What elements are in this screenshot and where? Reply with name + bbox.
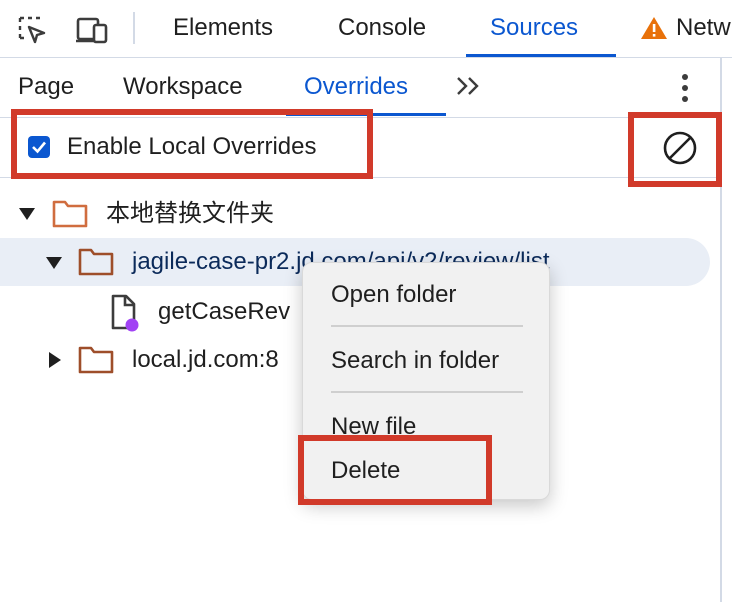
- folder-icon: [78, 346, 114, 379]
- inspect-element-icon[interactable]: [12, 10, 52, 50]
- toolbar-divider: [133, 12, 135, 44]
- tab-network[interactable]: Netw: [676, 0, 731, 58]
- double-chevron-right-icon[interactable]: [455, 74, 483, 103]
- tree-item-label: 本地替换文件夹: [106, 200, 274, 227]
- tab-page[interactable]: Page: [18, 58, 74, 116]
- tab-sources[interactable]: Sources: [490, 0, 578, 58]
- folder-icon: [52, 200, 88, 233]
- menu-item-search-in-folder[interactable]: Search in folder: [331, 345, 499, 377]
- menu-separator: [331, 325, 523, 327]
- expand-arrow-down-icon[interactable]: [45, 256, 63, 275]
- active-tab-indicator: [466, 54, 616, 57]
- highlight-box: [298, 435, 492, 505]
- warning-icon: [640, 16, 668, 45]
- menu-item-open-folder[interactable]: Open folder: [331, 279, 456, 311]
- expand-arrow-down-icon[interactable]: [18, 207, 36, 226]
- highlight-box: [628, 112, 722, 187]
- file-icon: [110, 294, 142, 337]
- tab-overrides[interactable]: Overrides: [304, 58, 408, 116]
- expand-arrow-right-icon[interactable]: [48, 351, 62, 374]
- tab-elements[interactable]: Elements: [173, 0, 273, 58]
- devtools-top-bar: Elements Console Sources Netw: [0, 0, 732, 58]
- more-options-icon[interactable]: [670, 70, 700, 106]
- tab-workspace[interactable]: Workspace: [123, 58, 243, 116]
- folder-icon: [78, 248, 114, 281]
- highlight-box: [11, 109, 373, 179]
- tree-item-label: local.jd.com:8: [132, 346, 279, 373]
- menu-separator: [331, 391, 523, 393]
- tab-console[interactable]: Console: [338, 0, 426, 58]
- tree-item-label: getCaseRev: [158, 298, 291, 325]
- device-toolbar-icon[interactable]: [72, 10, 112, 50]
- tree-item-root-folder[interactable]: 本地替换文件夹: [0, 190, 710, 238]
